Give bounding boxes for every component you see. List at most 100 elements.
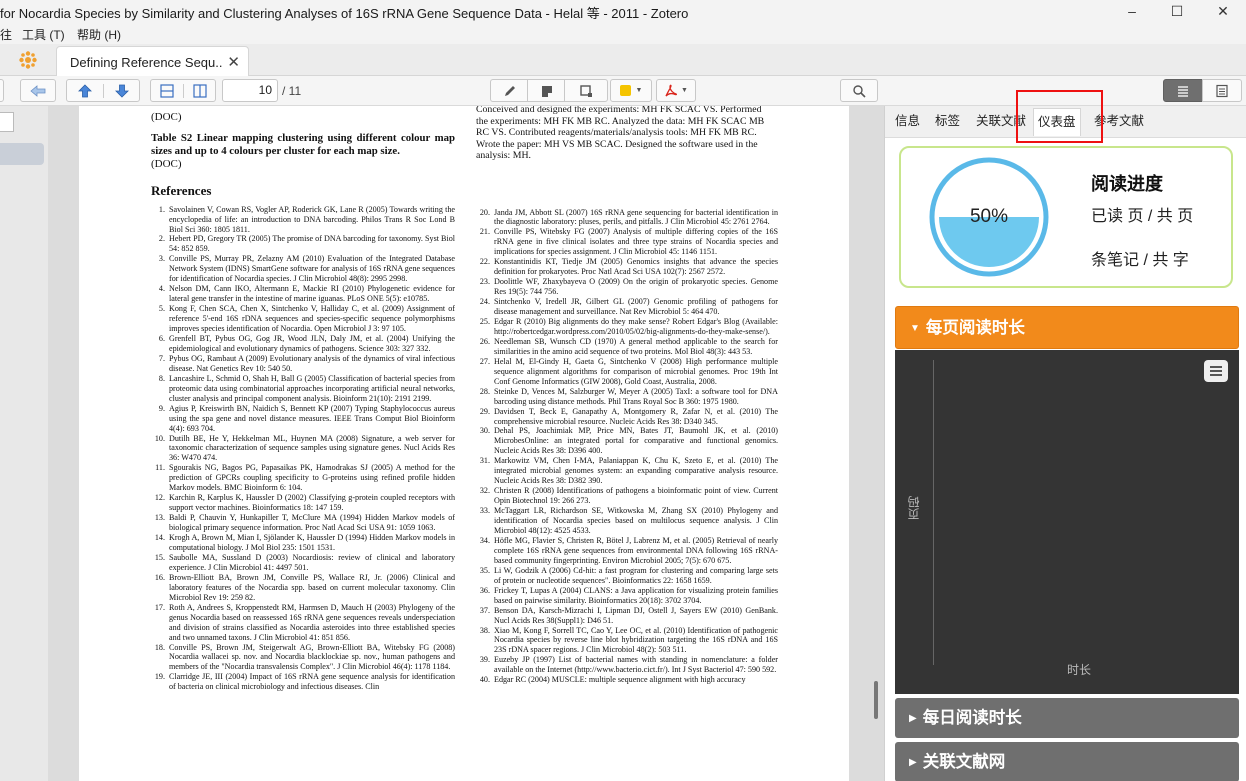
reference-item: 4. Nelson DM, Cann IKO, Altermann E, Mack… <box>151 284 455 304</box>
reference-text: Davidsen T, Beck E, Ganapathy A, Montgom… <box>494 406 778 426</box>
minimize-button[interactable]: – <box>1109 0 1155 22</box>
reference-number: 22. <box>479 257 490 267</box>
list-icon <box>1178 85 1188 97</box>
note-tool-button[interactable] <box>527 79 565 102</box>
reference-item: 31. Markowitz VM, Chen I-MA, Palaniappan … <box>476 456 778 486</box>
color-picker-button[interactable]: ▼ <box>610 79 652 102</box>
section-related-network-label: 关联文献网 <box>922 753 1006 771</box>
reference-item: 20. Janda JM, Abbott SL (2007) 16S rRNA g… <box>476 208 778 228</box>
section-page-reading-time[interactable]: ▼ 每页阅读时长 <box>895 306 1239 349</box>
reference-number: 29. <box>479 406 490 416</box>
vertical-split-icon[interactable] <box>183 83 215 98</box>
reference-item: 1. Savolainen V, Cowan RS, Vogler AP, Rod… <box>151 205 455 235</box>
reference-number: 23. <box>479 277 490 287</box>
reference-text: Steinke D, Vences M, Salzburger W, Meyer… <box>494 386 778 406</box>
notes-icon <box>1216 84 1228 97</box>
reference-item: 33. McTaggart LR, Richardson SE, Witkowsk… <box>476 506 778 536</box>
reference-text: Janda JM, Abbott SL (2007) 16S rRNA gene… <box>494 207 778 227</box>
caret-right-icon: ▶ <box>909 757 917 768</box>
reference-item: 29. Davidsen T, Beck E, Ganapathy A, Mont… <box>476 407 778 427</box>
reference-item: 37. Benson DA, Karsch-Mizrachi I, Lipman … <box>476 606 778 626</box>
library-tab-icon[interactable] <box>18 50 38 70</box>
reference-number: 2. <box>158 234 165 244</box>
reference-text: Markowitz VM, Chen I-MA, Palaniappan K, … <box>494 456 778 486</box>
page-nav-buttons <box>66 79 140 102</box>
reference-text: Benson DA, Karsch-Mizrachi I, Lipman DJ,… <box>494 605 778 625</box>
search-button[interactable] <box>840 79 878 102</box>
section-related-network[interactable]: ▶ 关联文献网 <box>895 742 1239 781</box>
pdf-scrollbar[interactable] <box>874 681 878 719</box>
reference-number: 9. <box>158 403 165 413</box>
reference-item: 38. Xiao M, Kong F, Sorrell TC, Cao Y, Le… <box>476 626 778 656</box>
reference-number: 38. <box>479 625 490 635</box>
reference-text: Conville PS, Brown JM, Steigerwalt AG, B… <box>169 642 455 672</box>
reference-item: 21. Conville PS, Witebsky FG (2007) Analy… <box>476 227 778 257</box>
reference-item: 13. Baldi P, Chauvin Y, Hunkapiller T, Mc… <box>151 513 455 533</box>
menu-tools[interactable]: 工具 (T) <box>22 26 65 43</box>
horizontal-split-icon[interactable] <box>151 83 183 98</box>
tab-tags[interactable]: 标签 <box>931 108 964 136</box>
arrow-up-icon[interactable] <box>67 83 103 98</box>
chart-x-label: 时长 <box>1067 663 1092 677</box>
page-time-chart: 页码 时长 <box>895 350 1239 694</box>
reference-text: Sgourakis NG, Bagos PG, Papasaikas PK, H… <box>169 463 455 493</box>
reference-number: 37. <box>479 605 490 615</box>
highlight-tool-button[interactable] <box>490 79 528 102</box>
pdf-table-title: Table S2 Linear mapping clustering using… <box>151 132 455 157</box>
reference-number: 13. <box>154 513 165 523</box>
reference-number: 26. <box>479 336 490 346</box>
reference-text: Li W, Godzik A (2006) Cd-hit: a fast pro… <box>494 565 778 585</box>
contribution-line: Wrote the paper: MH VS MB SCAC. Designed… <box>476 138 758 150</box>
close-window-button[interactable]: ✕ <box>1200 0 1246 22</box>
item-pane-toggle-button[interactable] <box>1163 79 1203 102</box>
tab-info[interactable]: 信息 <box>891 108 924 136</box>
references-list-right: 20. Janda JM, Abbott SL (2007) 16S rRNA g… <box>476 208 778 686</box>
reference-number: 3. <box>158 254 165 264</box>
pdf-right-column: Conceived and designed the experiments: … <box>476 106 778 685</box>
pdf-page[interactable]: (DOC) Table S2 Linear mapping clustering… <box>79 106 849 781</box>
reference-number: 25. <box>479 316 490 326</box>
reference-number: 16. <box>154 572 165 582</box>
reference-item: 18. Conville PS, Brown JM, Steigerwalt AG… <box>151 643 455 673</box>
reference-text: Dutilh BE, He Y, Hekkelman ML, Huynen MA… <box>169 433 455 463</box>
reference-number: 40. <box>479 675 490 685</box>
reference-number: 24. <box>479 297 490 307</box>
reference-item: 5. Kong F, Chen SCA, Chen X, Sintchenko V… <box>151 304 455 334</box>
section-daily-reading-time[interactable]: ▶ 每日阅读时长 <box>895 698 1239 738</box>
reference-item: 3. Conville PS, Murray PR, Zelazny AM (20… <box>151 254 455 284</box>
page-total: / 11 <box>282 84 302 98</box>
reference-text: McTaggart LR, Richardson SE, Witkowska M… <box>494 506 778 535</box>
pdf-viewer[interactable]: (DOC) Table S2 Linear mapping clustering… <box>48 106 884 781</box>
progress-title: 阅读进度 <box>1091 174 1163 194</box>
maximize-button[interactable]: ☐ <box>1154 0 1200 22</box>
reference-text: Xiao M, Kong F, Sorrell TC, Cao Y, Lee O… <box>494 625 778 655</box>
notes-pane-toggle-button[interactable] <box>1202 79 1242 102</box>
reference-text: Dehal PS, Joachimiak MP, Price MN, Bates… <box>494 426 778 456</box>
reference-text: Needleman SB, Wunsch CD (1970) A general… <box>494 336 778 356</box>
references-heading: References <box>151 182 212 198</box>
reference-number: 27. <box>479 356 490 366</box>
reference-text: Konstantinidis KT, Tiedje JM (2005) Geno… <box>494 257 778 277</box>
sidebar-thumbnail-button[interactable] <box>0 112 14 132</box>
area-tool-button[interactable] <box>564 79 608 102</box>
arrow-down-icon[interactable] <box>103 83 139 98</box>
reference-text: Agius P, Kreiswirth BN, Naidich S, Benne… <box>169 403 455 433</box>
reference-item: 30. Dehal PS, Joachimiak MP, Price MN, Ba… <box>476 426 778 456</box>
pdf-doc-label-top: (DOC) <box>151 111 182 123</box>
back-button[interactable] <box>20 79 56 102</box>
page-number-input[interactable]: 10 <box>222 79 278 102</box>
author-contributions: Conceived and designed the experiments: … <box>476 106 778 162</box>
reference-number: 4. <box>158 284 165 294</box>
close-icon[interactable]: ✕ <box>227 53 240 71</box>
tab-document[interactable]: Defining Reference Sequ... ✕ <box>56 46 249 76</box>
chart-menu-button[interactable] <box>1204 360 1228 382</box>
sidebar-toggle-button[interactable] <box>0 79 4 102</box>
section-page-reading-time-label: 每页阅读时长 <box>925 319 1025 337</box>
menu-go[interactable]: 往 <box>0 26 12 43</box>
reference-item: 32. Christen R (2008) Identifications of … <box>476 486 778 506</box>
pen-icon <box>504 85 515 96</box>
contribution-line: RC VS. Contributed reagents/materials/an… <box>476 127 757 138</box>
pdf-export-button[interactable]: ▼ <box>656 79 696 102</box>
sidebar-selected-item[interactable] <box>0 143 44 165</box>
menu-help[interactable]: 帮助 (H) <box>77 26 121 43</box>
